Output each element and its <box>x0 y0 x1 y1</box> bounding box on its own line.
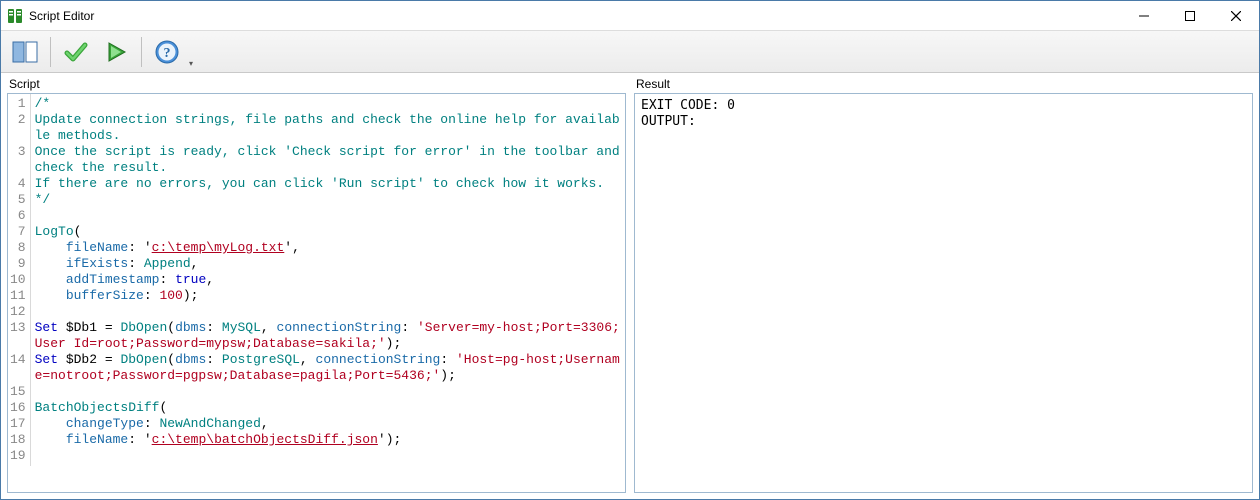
content-area: Script 12 3 45678910111213 14 1516171819… <box>1 73 1259 499</box>
code-line <box>35 448 621 464</box>
toggle-panels-button[interactable] <box>7 35 43 69</box>
result-exit-code: EXIT CODE: 0 <box>641 98 735 113</box>
code-line: LogTo( <box>35 224 621 240</box>
code-line: Update connection strings, file paths an… <box>35 112 621 144</box>
toolbar-separator <box>50 37 51 67</box>
code-line: addTimestamp: true, <box>35 272 621 288</box>
code-line: Set $Db2 = DbOpen(dbms: PostgreSQL, conn… <box>35 352 621 384</box>
result-output[interactable]: EXIT CODE: 0 OUTPUT: <box>634 93 1253 493</box>
close-button[interactable] <box>1213 1 1259 31</box>
code-line: ifExists: Append, <box>35 256 621 272</box>
code-line: Once the script is ready, click 'Check s… <box>35 144 621 176</box>
line-number-gutter: 12 3 45678910111213 14 1516171819 <box>8 94 31 466</box>
code-line: Set $Db1 = DbOpen(dbms: MySQL, connectio… <box>35 320 621 352</box>
code-line <box>35 304 621 320</box>
code-line: bufferSize: 100); <box>35 288 621 304</box>
help-button[interactable]: ? <box>149 35 185 69</box>
code-line: /* <box>35 96 621 112</box>
code-line: changeType: NewAndChanged, <box>35 416 621 432</box>
code-line: fileName: 'c:\temp\myLog.txt', <box>35 240 621 256</box>
app-icon <box>7 8 23 24</box>
svg-text:?: ? <box>164 46 171 61</box>
run-script-button[interactable] <box>98 35 134 69</box>
result-pane-label: Result <box>634 75 1253 93</box>
code-line <box>35 208 621 224</box>
window-title: Script Editor <box>29 9 94 23</box>
script-pane-label: Script <box>7 75 626 93</box>
result-output-label: OUTPUT: <box>641 114 696 129</box>
toolbar-separator <box>141 37 142 67</box>
code-line: BatchObjectsDiff( <box>35 400 621 416</box>
code-area[interactable]: /*Update connection strings, file paths … <box>31 94 625 466</box>
maximize-button[interactable] <box>1167 1 1213 31</box>
minimize-button[interactable] <box>1121 1 1167 31</box>
check-script-button[interactable] <box>58 35 94 69</box>
result-pane: Result EXIT CODE: 0 OUTPUT: <box>634 75 1253 493</box>
code-line <box>35 384 621 400</box>
code-line: */ <box>35 192 621 208</box>
script-pane: Script 12 3 45678910111213 14 1516171819… <box>7 75 626 493</box>
toolbar-overflow-icon[interactable]: ▾ <box>189 59 199 72</box>
code-line: fileName: 'c:\temp\batchObjectsDiff.json… <box>35 432 621 448</box>
titlebar: Script Editor <box>1 1 1259 31</box>
code-line: If there are no errors, you can click 'R… <box>35 176 621 192</box>
script-editor[interactable]: 12 3 45678910111213 14 1516171819 /*Upda… <box>7 93 626 493</box>
toolbar: ? ▾ <box>1 31 1259 73</box>
